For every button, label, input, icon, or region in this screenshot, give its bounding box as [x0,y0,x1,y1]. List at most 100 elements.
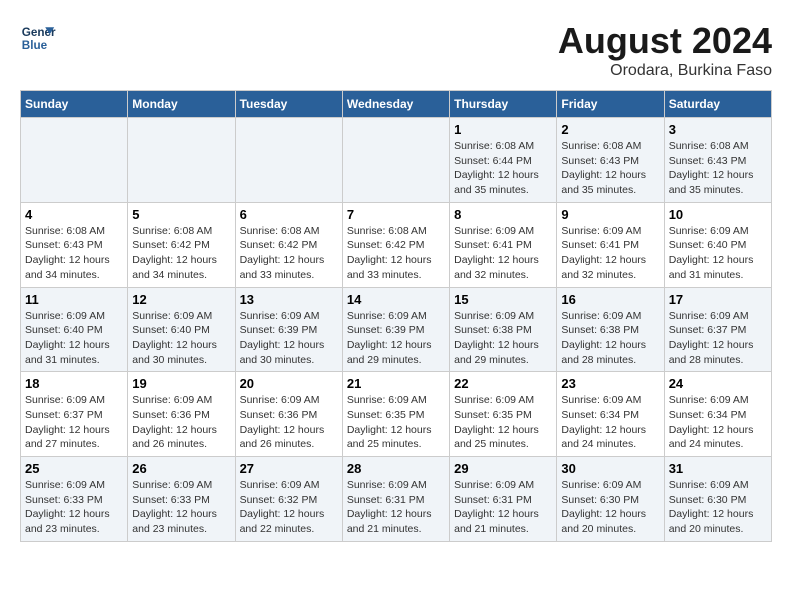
header-row: SundayMondayTuesdayWednesdayThursdayFrid… [21,91,772,118]
day-info: Sunrise: 6:09 AM Sunset: 6:32 PM Dayligh… [240,478,338,537]
day-number: 9 [561,207,659,222]
logo: General Blue [20,20,56,56]
main-title: August 2024 [558,20,772,62]
day-info: Sunrise: 6:09 AM Sunset: 6:31 PM Dayligh… [454,478,552,537]
day-number: 7 [347,207,445,222]
day-number: 3 [669,122,767,137]
day-number: 30 [561,461,659,476]
day-info: Sunrise: 6:09 AM Sunset: 6:37 PM Dayligh… [25,393,123,452]
day-info: Sunrise: 6:09 AM Sunset: 6:39 PM Dayligh… [240,309,338,368]
day-info: Sunrise: 6:09 AM Sunset: 6:33 PM Dayligh… [25,478,123,537]
day-info: Sunrise: 6:08 AM Sunset: 6:42 PM Dayligh… [347,224,445,283]
day-number: 22 [454,376,552,391]
day-cell: 31 Sunrise: 6:09 AM Sunset: 6:30 PM Dayli… [664,457,771,542]
day-info: Sunrise: 6:08 AM Sunset: 6:44 PM Dayligh… [454,139,552,198]
header: General Blue August 2024 Orodara, Burkin… [20,20,772,80]
day-number: 26 [132,461,230,476]
day-cell: 11 Sunrise: 6:09 AM Sunset: 6:40 PM Dayli… [21,287,128,372]
day-number: 4 [25,207,123,222]
day-cell: 19Sunrise: 6:09 AM Sunset: 6:36 PM Dayli… [128,372,235,457]
day-cell: 29Sunrise: 6:09 AM Sunset: 6:31 PM Dayli… [450,457,557,542]
day-cell: 9 Sunrise: 6:09 AM Sunset: 6:41 PM Daylig… [557,202,664,287]
day-cell: 15Sunrise: 6:09 AM Sunset: 6:38 PM Dayli… [450,287,557,372]
day-cell: 6 Sunrise: 6:08 AM Sunset: 6:42 PM Daylig… [235,202,342,287]
day-number: 11 [25,292,123,307]
day-number: 24 [669,376,767,391]
day-info: Sunrise: 6:08 AM Sunset: 6:42 PM Dayligh… [240,224,338,283]
col-header-monday: Monday [128,91,235,118]
day-cell: 16 Sunrise: 6:09 AM Sunset: 6:38 PM Dayli… [557,287,664,372]
title-area: August 2024 Orodara, Burkina Faso [558,20,772,80]
week-row-2: 4 Sunrise: 6:08 AM Sunset: 6:43 PM Daylig… [21,202,772,287]
col-header-wednesday: Wednesday [342,91,449,118]
day-info: Sunrise: 6:09 AM Sunset: 6:40 PM Dayligh… [132,309,230,368]
day-info: Sunrise: 6:09 AM Sunset: 6:38 PM Dayligh… [454,309,552,368]
day-number: 13 [240,292,338,307]
day-cell: 1 Sunrise: 6:08 AM Sunset: 6:44 PM Daylig… [450,118,557,203]
day-cell: 12 Sunrise: 6:09 AM Sunset: 6:40 PM Dayli… [128,287,235,372]
day-cell: 18 Sunrise: 6:09 AM Sunset: 6:37 PM Dayli… [21,372,128,457]
day-info: Sunrise: 6:09 AM Sunset: 6:35 PM Dayligh… [347,393,445,452]
day-info: Sunrise: 6:08 AM Sunset: 6:42 PM Dayligh… [132,224,230,283]
week-row-1: 1 Sunrise: 6:08 AM Sunset: 6:44 PM Daylig… [21,118,772,203]
week-row-5: 25 Sunrise: 6:09 AM Sunset: 6:33 PM Dayli… [21,457,772,542]
day-info: Sunrise: 6:09 AM Sunset: 6:41 PM Dayligh… [454,224,552,283]
day-cell: 4 Sunrise: 6:08 AM Sunset: 6:43 PM Daylig… [21,202,128,287]
day-cell: 28 Sunrise: 6:09 AM Sunset: 6:31 PM Dayli… [342,457,449,542]
day-number: 1 [454,122,552,137]
day-number: 8 [454,207,552,222]
day-number: 16 [561,292,659,307]
day-cell [342,118,449,203]
logo-icon: General Blue [20,20,56,56]
day-cell: 17Sunrise: 6:09 AM Sunset: 6:37 PM Dayli… [664,287,771,372]
day-cell: 22Sunrise: 6:09 AM Sunset: 6:35 PM Dayli… [450,372,557,457]
day-number: 18 [25,376,123,391]
day-info: Sunrise: 6:09 AM Sunset: 6:39 PM Dayligh… [347,309,445,368]
day-number: 2 [561,122,659,137]
day-info: Sunrise: 6:09 AM Sunset: 6:34 PM Dayligh… [669,393,767,452]
day-number: 6 [240,207,338,222]
day-number: 12 [132,292,230,307]
col-header-saturday: Saturday [664,91,771,118]
day-cell: 14 Sunrise: 6:09 AM Sunset: 6:39 PM Dayli… [342,287,449,372]
day-cell [128,118,235,203]
day-cell: 10 Sunrise: 6:09 AM Sunset: 6:40 PM Dayli… [664,202,771,287]
day-number: 20 [240,376,338,391]
day-cell: 27 Sunrise: 6:09 AM Sunset: 6:32 PM Dayli… [235,457,342,542]
day-cell: 7 Sunrise: 6:08 AM Sunset: 6:42 PM Daylig… [342,202,449,287]
day-cell: 20Sunrise: 6:09 AM Sunset: 6:36 PM Dayli… [235,372,342,457]
day-info: Sunrise: 6:09 AM Sunset: 6:40 PM Dayligh… [669,224,767,283]
day-cell: 30 Sunrise: 6:09 AM Sunset: 6:30 PM Dayli… [557,457,664,542]
day-info: Sunrise: 6:09 AM Sunset: 6:30 PM Dayligh… [669,478,767,537]
day-cell: 26 Sunrise: 6:09 AM Sunset: 6:33 PM Dayli… [128,457,235,542]
day-cell [21,118,128,203]
day-number: 10 [669,207,767,222]
day-number: 31 [669,461,767,476]
col-header-thursday: Thursday [450,91,557,118]
day-info: Sunrise: 6:08 AM Sunset: 6:43 PM Dayligh… [669,139,767,198]
subtitle: Orodara, Burkina Faso [558,62,772,80]
day-info: Sunrise: 6:08 AM Sunset: 6:43 PM Dayligh… [25,224,123,283]
day-info: Sunrise: 6:09 AM Sunset: 6:38 PM Dayligh… [561,309,659,368]
day-info: Sunrise: 6:08 AM Sunset: 6:43 PM Dayligh… [561,139,659,198]
day-info: Sunrise: 6:09 AM Sunset: 6:40 PM Dayligh… [25,309,123,368]
col-header-friday: Friday [557,91,664,118]
day-cell [235,118,342,203]
day-number: 27 [240,461,338,476]
calendar-table: SundayMondayTuesdayWednesdayThursdayFrid… [20,90,772,542]
day-info: Sunrise: 6:09 AM Sunset: 6:31 PM Dayligh… [347,478,445,537]
day-info: Sunrise: 6:09 AM Sunset: 6:41 PM Dayligh… [561,224,659,283]
day-number: 17 [669,292,767,307]
day-number: 25 [25,461,123,476]
day-info: Sunrise: 6:09 AM Sunset: 6:34 PM Dayligh… [561,393,659,452]
week-row-4: 18 Sunrise: 6:09 AM Sunset: 6:37 PM Dayli… [21,372,772,457]
day-number: 14 [347,292,445,307]
day-number: 28 [347,461,445,476]
day-cell: 2 Sunrise: 6:08 AM Sunset: 6:43 PM Daylig… [557,118,664,203]
day-info: Sunrise: 6:09 AM Sunset: 6:30 PM Dayligh… [561,478,659,537]
day-info: Sunrise: 6:09 AM Sunset: 6:33 PM Dayligh… [132,478,230,537]
col-header-sunday: Sunday [21,91,128,118]
day-cell: 3 Sunrise: 6:08 AM Sunset: 6:43 PM Daylig… [664,118,771,203]
day-cell: 24 Sunrise: 6:09 AM Sunset: 6:34 PM Dayli… [664,372,771,457]
day-cell: 8 Sunrise: 6:09 AM Sunset: 6:41 PM Daylig… [450,202,557,287]
